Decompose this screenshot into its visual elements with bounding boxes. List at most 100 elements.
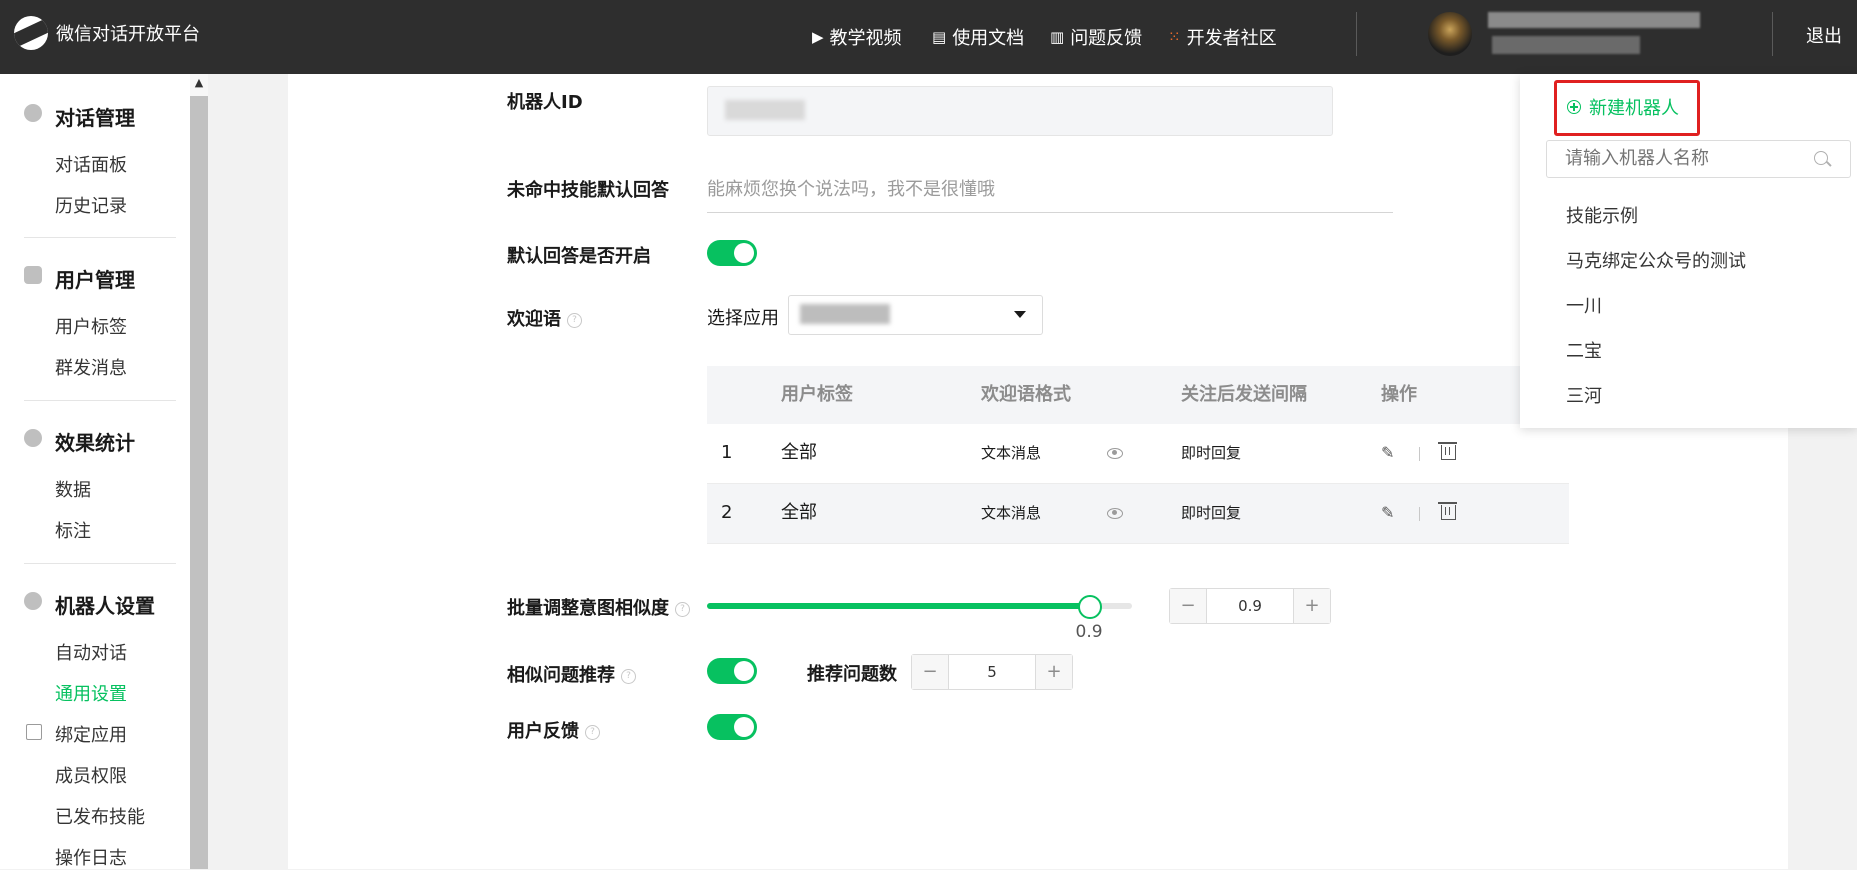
col-send-interval: 关注后发送间隔	[1181, 384, 1307, 405]
avatar[interactable]	[1428, 12, 1472, 56]
nav-feedback-label: 问题反馈	[1070, 28, 1143, 49]
recommend-count-stepper: − 5 +	[911, 654, 1073, 690]
book-icon: ▥	[1050, 28, 1065, 46]
sidebar-scroll-thumb[interactable]	[190, 96, 208, 869]
delete-icon[interactable]	[1438, 502, 1457, 520]
help-icon[interactable]: ?	[567, 312, 582, 328]
robot-list-item[interactable]: 二宝	[1566, 337, 1602, 363]
nav-dev-community-label: 开发者社区	[1186, 28, 1277, 49]
edit-icon[interactable]: ✎	[1381, 505, 1397, 521]
help-icon[interactable]: ?	[621, 668, 636, 684]
user-icon	[24, 266, 42, 284]
gear-icon	[24, 592, 42, 610]
similarity-label: 批量调整意图相似度?	[507, 594, 690, 620]
nav-feedback[interactable]: ▥ 问题反馈	[1050, 0, 1142, 74]
document-icon: ▤	[932, 28, 947, 46]
decrement-button[interactable]: −	[912, 655, 948, 689]
robot-list-item[interactable]: 一川	[1566, 292, 1602, 318]
user-feedback-label-text: 用户反馈	[507, 721, 579, 742]
robot-search-input[interactable]	[1546, 140, 1851, 178]
increment-button[interactable]: +	[1036, 655, 1072, 689]
similarity-stepper-value[interactable]: 0.9	[1206, 589, 1294, 623]
increment-button[interactable]: +	[1294, 589, 1330, 623]
row-tag: 全部	[781, 442, 817, 463]
welcome-table: 用户标签 欢迎语格式 关注后发送间隔 操作 1 全部 文本消息 即时回复 ✎ 2…	[707, 366, 1569, 544]
sidebar-item-bind-apps[interactable]: 绑定应用	[55, 721, 127, 747]
username-redacted	[1488, 12, 1700, 28]
sidebar-section-dialog: 对话管理	[55, 106, 135, 130]
sidebar-divider	[24, 400, 176, 401]
decrement-button[interactable]: −	[1170, 589, 1206, 623]
sidebar-item-data[interactable]: 数据	[55, 476, 91, 502]
header-divider	[1356, 12, 1357, 56]
row-format: 文本消息	[981, 504, 1042, 522]
sidebar-item-auto-dialog[interactable]: 自动对话	[55, 639, 127, 665]
nav-dev-community[interactable]: ⁙ 开发者社区	[1168, 0, 1277, 74]
chevron-down-icon	[1014, 311, 1026, 318]
sidebar-item-member-permissions[interactable]: 成员权限	[55, 762, 127, 788]
sidebar-item-user-tags[interactable]: 用户标签	[55, 313, 127, 339]
nav-docs[interactable]: ▤ 使用文档	[932, 0, 1024, 74]
sidebar-item-published-skills[interactable]: 已发布技能	[55, 803, 145, 829]
default-answer-input[interactable]: 能麻烦您换个说法吗，我不是很懂哦	[707, 172, 1393, 213]
sidebar-divider	[24, 237, 176, 238]
sidebar-item-dialog-panel[interactable]: 对话面板	[55, 151, 127, 177]
video-icon: ▶	[812, 28, 824, 46]
new-robot-label: 新建机器人	[1589, 98, 1679, 119]
default-answer-label: 未命中技能默认回答	[507, 180, 669, 201]
plus-circle-icon	[1567, 100, 1581, 114]
row-index: 1	[721, 442, 733, 463]
similarity-stepper: − 0.9 +	[1169, 588, 1331, 624]
action-separator	[1419, 447, 1420, 461]
delete-icon[interactable]	[1438, 442, 1457, 460]
similar-question-toggle[interactable]	[707, 658, 757, 684]
row-format: 文本消息	[981, 444, 1042, 462]
welcome-label: 欢迎语?	[507, 305, 582, 331]
cube-icon	[26, 724, 42, 740]
edit-icon[interactable]: ✎	[1381, 445, 1397, 461]
similarity-slider-handle[interactable]	[1077, 595, 1102, 619]
dialog-manage-icon	[24, 104, 42, 122]
nav-tutorial-video[interactable]: ▶ 教学视频	[812, 0, 902, 74]
recommend-count-value[interactable]: 5	[948, 655, 1036, 689]
search-icon[interactable]	[1814, 151, 1828, 165]
similar-question-label: 相似问题推荐?	[507, 661, 636, 687]
sidebar-divider	[24, 563, 176, 564]
app-logo[interactable]: 微信对话开放平台	[14, 16, 200, 50]
col-user-tag: 用户标签	[781, 384, 853, 405]
help-icon[interactable]: ?	[675, 601, 690, 617]
logout-link[interactable]: 退出	[1806, 22, 1842, 48]
action-separator	[1419, 507, 1420, 521]
user-feedback-toggle[interactable]	[707, 714, 757, 740]
sidebar-item-broadcast[interactable]: 群发消息	[55, 354, 127, 380]
table-row: 2 全部 文本消息 即时回复 ✎	[707, 484, 1569, 544]
new-robot-button[interactable]: 新建机器人	[1567, 94, 1679, 120]
app-title: 微信对话开放平台	[56, 24, 200, 45]
table-row: 1 全部 文本消息 即时回复 ✎	[707, 424, 1569, 484]
robot-list-item[interactable]: 三河	[1566, 382, 1602, 408]
robot-list-item[interactable]: 马克绑定公众号的测试	[1566, 247, 1746, 273]
nav-docs-label: 使用文档	[952, 28, 1025, 49]
nav-tutorial-video-label: 教学视频	[829, 28, 902, 49]
help-icon[interactable]: ?	[585, 724, 600, 740]
account-info-redacted	[1492, 36, 1640, 54]
row-tag: 全部	[781, 502, 817, 523]
robot-id-redacted	[725, 100, 805, 120]
default-answer-toggle[interactable]	[707, 240, 757, 266]
row-index: 2	[721, 502, 733, 523]
sidebar-item-annotate[interactable]: 标注	[55, 517, 91, 543]
eye-icon[interactable]	[1107, 448, 1123, 459]
welcome-label-text: 欢迎语	[507, 309, 561, 330]
user-feedback-label: 用户反馈?	[507, 717, 600, 743]
sidebar-item-operation-log[interactable]: 操作日志	[55, 844, 127, 870]
wechat-logo-icon	[14, 16, 48, 50]
select-app-label: 选择应用	[707, 308, 779, 329]
grid-icon: ⁙	[1168, 28, 1181, 46]
sidebar-item-history[interactable]: 历史记录	[55, 192, 127, 218]
robot-list-item[interactable]: 技能示例	[1566, 202, 1638, 228]
similarity-label-text: 批量调整意图相似度	[507, 598, 669, 619]
eye-icon[interactable]	[1107, 508, 1123, 519]
recommend-count-label: 推荐问题数	[807, 664, 897, 685]
scroll-up-arrow-icon[interactable]: ▲	[190, 74, 208, 92]
sidebar-item-general-settings[interactable]: 通用设置	[55, 680, 127, 706]
